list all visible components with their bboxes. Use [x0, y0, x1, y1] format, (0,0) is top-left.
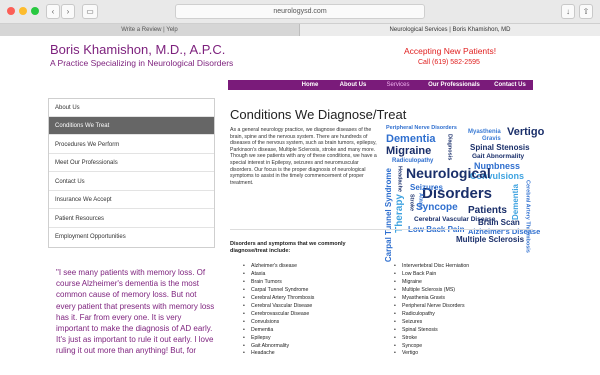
sidebar-menu: About Us Conditions We Treat Procedures …: [48, 98, 215, 248]
list-item: Ataxia: [242, 271, 314, 279]
intro-paragraph: As a general neurology practice, we diag…: [230, 127, 377, 186]
browser-tab[interactable]: Write a Review | Yelp: [0, 24, 300, 36]
cloud-word: Neurological: [406, 165, 491, 181]
sidebar-item-insurance[interactable]: Insurance We Accept: [49, 191, 214, 209]
list-item: Migraine: [393, 279, 469, 287]
close-window-icon[interactable]: [7, 7, 15, 15]
list-item: Cerebral Vascular Disease: [242, 303, 314, 311]
list-item: Headache: [242, 350, 314, 358]
doctor-quote: "I see many patients with memory loss. O…: [56, 268, 215, 356]
tab-bar: Write a Review | Yelp Neurological Servi…: [0, 24, 600, 36]
practice-tagline: A Practice Specializing in Neurological …: [50, 58, 234, 68]
disorders-list-right: Intervertebral Disc Herniation Low Back …: [393, 263, 469, 358]
cloud-word: Seizures: [410, 183, 443, 192]
list-item: Alzheimer's disease: [242, 263, 314, 271]
sidebar-item-procedures[interactable]: Procedures We Perform: [49, 136, 214, 154]
conditions-word-cloud: Peripheral Nerve Disorders Myasthenia Gr…: [384, 124, 544, 262]
list-item: Low Back Pain: [393, 271, 469, 279]
main-nav: Home About Us Services Our Professionals…: [228, 80, 533, 90]
list-item: Cerebral Artery Thrombosis: [242, 295, 314, 303]
chevron-left-icon: ‹: [51, 7, 55, 16]
phone-number[interactable]: Call (619) 582-2595: [418, 59, 480, 66]
page-title: Conditions We Diagnose/Treat: [230, 107, 407, 122]
download-icon: ↓: [566, 7, 570, 16]
cloud-word: Gravis: [482, 136, 501, 142]
cloud-word: Myasthenia: [468, 129, 501, 135]
list-item: Dementia: [242, 327, 314, 335]
cloud-word: Headache: [396, 166, 403, 192]
download-button[interactable]: ↓: [561, 4, 575, 19]
disorders-list-left: Alzheimer's disease Ataxia Brain Tumors …: [242, 263, 314, 358]
sidebar-item-professionals[interactable]: Meet Our Professionals: [49, 154, 214, 172]
sidebar-item-employment[interactable]: Employment Opportunities: [49, 228, 214, 246]
share-icon: ⇧: [582, 7, 590, 16]
address-bar[interactable]: neurologysd.com: [175, 4, 425, 19]
sidebar-icon: ▭: [86, 7, 94, 16]
nav-contact-us[interactable]: Contact Us: [490, 80, 530, 90]
sidebar-item-patient-resources[interactable]: Patient Resources: [49, 210, 214, 228]
list-item: Cerebrovascular Disease: [242, 311, 314, 319]
list-item: Stroke: [393, 335, 469, 343]
cloud-word: Therapy: [394, 194, 405, 233]
list-item: Syncope: [393, 343, 469, 351]
cloud-word: Migraine: [386, 145, 432, 157]
chevron-right-icon: ›: [66, 7, 70, 16]
section-divider: [230, 229, 533, 230]
list-item: Radiculopathy: [393, 311, 469, 319]
cloud-word: Cerebral Artery Thrombosis: [524, 180, 531, 253]
accepting-patients-notice: Accepting New Patients!: [404, 46, 497, 56]
list-item: Spinal Stenosis: [393, 327, 469, 335]
list-item: Myasthenia Gravis: [393, 295, 469, 303]
nav-our-professionals[interactable]: Our Professionals: [423, 80, 485, 90]
practice-name[interactable]: Boris Khamishon, M.D., A.P.C.: [50, 42, 225, 57]
cloud-word: Diagnosis: [446, 134, 453, 161]
list-item: Brain Tumors: [242, 279, 314, 287]
list-item: Vertigo: [393, 350, 469, 358]
sidebar-item-about-us[interactable]: About Us: [49, 99, 214, 117]
maximize-window-icon[interactable]: [31, 7, 39, 15]
cloud-word: Carpal Tunnel Syndrome: [384, 168, 393, 263]
disorders-heading: Disorders and symptoms that we commonly …: [230, 241, 346, 254]
list-item: Intervertebral Disc Herniation: [393, 263, 469, 271]
cloud-word: Multiple Sclerosis: [456, 235, 525, 244]
cloud-word: Dementia: [386, 133, 436, 145]
cloud-word: Gait Abnormality: [472, 153, 525, 160]
cloud-word: Peripheral Nerve Disorders: [386, 125, 457, 131]
list-item: Carpal Tunnel Syndrome: [242, 287, 314, 295]
cloud-word: Patients: [468, 205, 507, 216]
nav-home[interactable]: Home: [292, 80, 328, 90]
list-item: Seizures: [393, 319, 469, 327]
sidebar-item-conditions-we-treat[interactable]: Conditions We Treat: [49, 117, 214, 135]
cloud-word: Brain Scan: [478, 218, 520, 227]
forward-button[interactable]: ›: [61, 4, 75, 19]
share-button[interactable]: ⇧: [579, 4, 593, 19]
nav-services[interactable]: Services: [378, 80, 418, 90]
cloud-word: Radiculopathy: [392, 158, 434, 164]
sidebar-toggle-button[interactable]: ▭: [82, 4, 98, 19]
nav-about-us[interactable]: About Us: [333, 80, 373, 90]
list-item: Peripheral Nerve Disorders: [393, 303, 469, 311]
minimize-window-icon[interactable]: [19, 7, 27, 15]
list-item: Epilepsy: [242, 335, 314, 343]
cloud-word: Dementia: [511, 184, 520, 221]
browser-toolbar: ‹ › ▭ neurologysd.com ↓ ⇧: [0, 0, 600, 24]
cloud-word: Ataxia: [417, 193, 424, 210]
back-button[interactable]: ‹: [46, 4, 60, 19]
cloud-word: Spinal Stenosis: [470, 143, 530, 152]
list-item: Gait Abnormality: [242, 343, 314, 351]
url-text: neurologysd.com: [273, 8, 327, 15]
sidebar-item-contact-us[interactable]: Contact Us: [49, 173, 214, 191]
list-item: Multiple Sclerosis (MS): [393, 287, 469, 295]
cloud-word: Vertigo: [507, 126, 545, 138]
browser-tab-active[interactable]: Neurological Services | Boris Khamishon,…: [300, 24, 600, 36]
cloud-word: Stroke: [408, 194, 415, 212]
list-item: Convulsions: [242, 319, 314, 327]
cloud-word: Low Back Pain: [408, 225, 465, 234]
